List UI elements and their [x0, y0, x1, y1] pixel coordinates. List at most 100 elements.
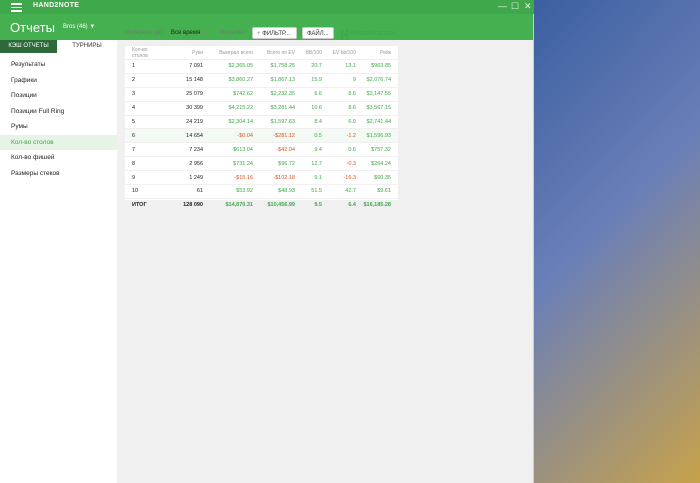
page-title: Отчеты — [10, 20, 55, 35]
table-cell: $2,076.74 — [363, 72, 398, 88]
hamburger-menu-icon[interactable] — [11, 3, 22, 12]
table-cell: 51.5 — [302, 184, 329, 199]
table-total-row: ИТОГ 128 090 $14,870.31 $10,456.99 9.5 6… — [125, 197, 398, 212]
table-row[interactable]: 7 7 234 $613.04 -$42.04 9.4 0.6 $757.32 — [125, 142, 398, 157]
tab-tournaments[interactable]: ТУРНИРЫ — [57, 40, 117, 53]
app-name: HAND2NOTE — [33, 2, 80, 9]
table-cell: -0.3 — [329, 156, 363, 171]
table-row[interactable]: 2 15 148 $3,860.27 $1,867.13 15.9 9 $2,0… — [125, 72, 398, 88]
table-row[interactable]: 4 30 399 $4,215.22 $3,281.44 10.6 8.6 $3… — [125, 100, 398, 116]
table-cell: $2,741.44 — [363, 114, 398, 129]
table-cell: 6.6 — [302, 86, 329, 102]
table-cell: 9.1 — [302, 170, 329, 185]
column-header[interactable]: Выиграл всего — [210, 46, 260, 60]
column-header[interactable]: Руки — [163, 46, 210, 60]
column-header[interactable]: Всего по EV — [260, 46, 302, 60]
table-cell: -$102.18 — [260, 170, 302, 185]
table-cell: ИТОГ — [125, 197, 163, 212]
table-cell: 10.6 — [302, 100, 329, 116]
table-row[interactable]: 1 7 091 $2,365.05 $1,758.25 20.7 13.1 $9… — [125, 59, 398, 74]
filter-button[interactable]: + ФИЛЬТР... — [252, 27, 297, 39]
table-cell: 12.7 — [302, 156, 329, 171]
table-cell: $9.61 — [363, 184, 398, 199]
table-cell: 30 399 — [163, 100, 210, 116]
table-row[interactable]: 3 25 079 $742.62 $2,232.35 6.6 8.6 $3,14… — [125, 86, 398, 102]
table-cell: 9.5 — [302, 197, 329, 212]
table-header-row: Кол-во столов Руки Выиграл всего Всего п… — [125, 46, 398, 60]
table-cell: 4 — [125, 100, 163, 116]
sidebar-item-positions[interactable]: Позиции — [0, 88, 117, 104]
sidebar-item-rooms[interactable]: Румы — [0, 119, 117, 135]
table-cell: 14 654 — [163, 128, 210, 143]
table-row[interactable]: 5 24 219 $2,304.14 $1,597.63 8.4 6.9 $2,… — [125, 114, 398, 129]
interval-label: Интервал дат: — [125, 30, 165, 36]
table-cell: 8 — [125, 156, 163, 171]
interval-value: Все время — [171, 30, 201, 36]
report-table-card: Кол-во столов Руки Выиграл всего Всего п… — [125, 46, 398, 212]
table-cell: $963.85 — [363, 59, 398, 74]
table-cell: $14,870.31 — [210, 197, 260, 212]
filter-button-label: ФИЛЬТР... — [262, 31, 290, 37]
column-header[interactable]: Рейк — [363, 46, 398, 60]
table-cell: $1,867.13 — [260, 72, 302, 88]
table-cell: 15.9 — [302, 72, 329, 88]
minimize-icon[interactable]: — — [498, 1, 507, 11]
table-cell: -$281.12 — [260, 128, 302, 143]
filters-label: Фильтры: — [220, 30, 247, 36]
table-cell: 10 — [125, 184, 163, 199]
plus-icon: + — [257, 31, 261, 37]
table-cell: 15 148 — [163, 72, 210, 88]
sidebar-item-tables-count[interactable]: Кол-во столов — [0, 134, 117, 150]
table-cell: 2 — [125, 72, 163, 88]
table-cell: 8.6 — [329, 100, 363, 116]
maximize-icon[interactable]: ☐ — [511, 1, 519, 12]
table-cell: 8.6 — [329, 86, 363, 102]
table-cell: 6 — [125, 128, 163, 143]
tab-cash-reports[interactable]: КЭШ ОТЧЕТЫ — [0, 40, 57, 53]
file-button[interactable]: ФАЙЛ... — [302, 27, 334, 39]
user-dropdown[interactable]: Bros (46) ▼ — [63, 24, 95, 30]
table-cell: 42.7 — [329, 184, 363, 199]
chevron-down-icon: ▼ — [89, 24, 96, 30]
table-row[interactable]: 10 61 $53.92 $48.93 51.5 42.7 $9.61 — [125, 184, 398, 199]
table-cell: $2,304.14 — [210, 114, 260, 129]
table-cell: 0.5 — [302, 128, 329, 143]
table-cell: $742.62 — [210, 86, 260, 102]
table-cell: 20.7 — [302, 59, 329, 74]
interval-select[interactable]: Все время ▼ — [171, 30, 207, 36]
table-cell: $96.72 — [260, 156, 302, 171]
sidebar-item-stack-sizes[interactable]: Размеры стеков — [0, 166, 117, 182]
table-cell: 0.6 — [329, 142, 363, 157]
toolbar: Интервал дат: Все время ▼ Фильтры: + ФИЛ… — [117, 21, 533, 45]
table-cell: $757.32 — [363, 142, 398, 157]
sidebar-item-results[interactable]: Результаты — [0, 57, 117, 73]
title-bar: HAND2NOTE — ☐ ✕ — [0, 0, 534, 14]
sidebar-item-positions-full-ring[interactable]: Позиции Full Ring — [0, 104, 117, 120]
column-header[interactable]: BB/100 — [302, 46, 329, 60]
report-table: Кол-во столов Руки Выиграл всего Всего п… — [125, 46, 398, 212]
table-cell: $53.92 — [210, 184, 260, 199]
hand2note-logo: HAND2NOTE.COM — [341, 28, 401, 46]
table-cell: $613.04 — [210, 142, 260, 157]
sidebar-item-chips-count[interactable]: Кол-во фишей — [0, 150, 117, 166]
sidebar-item-graphs[interactable]: Графики — [0, 73, 117, 89]
table-cell: $3,860.27 — [210, 72, 260, 88]
window-edge — [533, 14, 534, 483]
table-row[interactable]: 9 1 249 -$15.16 -$102.18 9.1 -16.3 $60.3… — [125, 170, 398, 185]
table-cell: $16,185.28 — [363, 197, 398, 212]
close-icon[interactable]: ✕ — [524, 1, 532, 12]
table-cell: 6.9 — [329, 114, 363, 129]
table-row-highlighted[interactable]: 6 14 654 -$0.04 -$281.12 0.5 -1.2 $1,596… — [125, 128, 398, 143]
table-cell: $60.35 — [363, 170, 398, 185]
table-cell: 8.4 — [302, 114, 329, 129]
table-cell: 13.1 — [329, 59, 363, 74]
table-cell: 24 219 — [163, 114, 210, 129]
table-row[interactable]: 8 2 956 $731.24 $96.72 12.7 -0.3 $264.24 — [125, 156, 398, 171]
table-cell: $1,596.93 — [363, 128, 398, 143]
column-header[interactable]: EV bb/100 — [329, 46, 363, 60]
sidebar-list: Результаты Графики Позиции Позиции Full … — [0, 57, 117, 181]
table-cell: $3,147.55 — [363, 86, 398, 102]
column-header[interactable]: Кол-во столов — [125, 46, 163, 60]
table-cell: -$0.04 — [210, 128, 260, 143]
table-cell: $48.93 — [260, 184, 302, 199]
